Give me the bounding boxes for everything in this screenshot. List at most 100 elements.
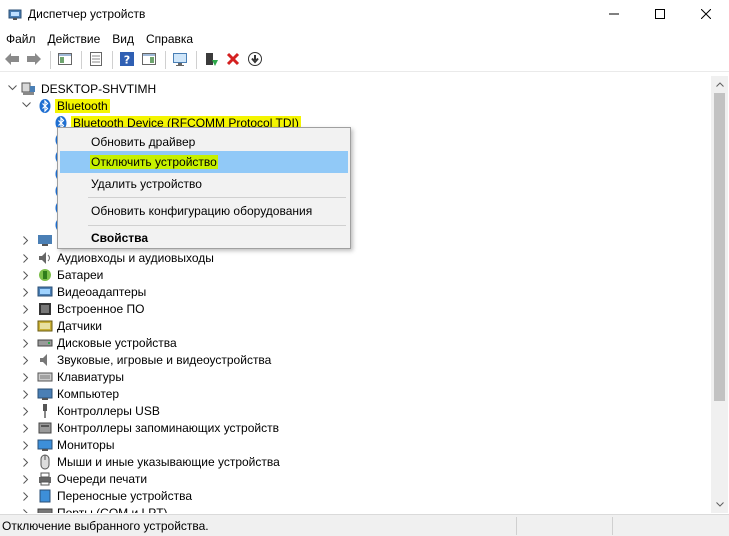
properties-icon [88,51,104,70]
printer-icon [37,471,53,487]
monitor-scan-icon [172,51,188,70]
maximize-button[interactable] [637,0,683,28]
category-label: Мыши и иные указывающие устройства [57,454,280,469]
menu-view[interactable]: Вид [106,29,140,49]
category-label: Мониторы [57,437,115,452]
category-label: Видеоадаптеры [57,284,147,299]
expand-chevron-icon[interactable] [21,287,31,297]
tree-node-category[interactable]: Мониторы [37,436,114,453]
expand-chevron-icon[interactable] [21,355,31,365]
properties-menu-item[interactable]: Свойства [60,227,348,249]
expand-chevron-icon[interactable] [21,253,31,263]
bluetooth-label: Bluetooth [55,98,110,113]
expand-chevron-icon[interactable] [21,423,31,433]
category-label: Компьютер [57,386,120,401]
usb-icon [37,403,53,419]
tree-node-bluetooth[interactable]: Bluetooth [37,97,110,114]
action-pane-button[interactable] [139,50,159,70]
scrollbar-thumb[interactable] [714,93,725,401]
computer-icon [37,386,53,402]
uninstall-button[interactable] [223,50,243,70]
scroll-up-button[interactable] [711,76,728,93]
context-menu: Обновить драйвер Отключить устройство Уд… [57,127,351,249]
tree-node-category[interactable]: Аудиовходы и аудиовыходы [37,249,214,266]
uninstall-device-menu-item[interactable]: Удалить устройство [60,173,348,195]
expand-chevron-icon[interactable] [21,389,31,399]
speaker-icon [37,250,53,266]
tree-node-category[interactable]: Очереди печати [37,470,147,487]
tree-node-category[interactable]: Дисковые устройства [37,334,177,351]
close-button[interactable] [683,0,729,28]
category-label: Очереди печати [57,471,148,486]
update-driver-menu-item[interactable]: Обновить драйвер [60,131,348,153]
expand-chevron-icon[interactable] [21,235,31,245]
menu-file[interactable]: Файл [0,29,42,49]
menu-action[interactable]: Действие [42,29,107,49]
tree-node-category[interactable]: Порты (COM и LPT) [37,504,168,513]
keyboard-icon [37,369,53,385]
vertical-scrollbar[interactable] [711,76,728,513]
disable-button[interactable] [245,50,265,70]
expand-chevron-icon[interactable] [21,338,31,348]
tree-node-category[interactable]: Контроллеры запоминающих устройств [37,419,279,436]
toolbar-separator [81,51,82,69]
console-tree-icon [57,51,73,70]
tree-node-category[interactable]: Переносные устройства [37,487,192,504]
firmware-icon [37,301,53,317]
add-driver-button[interactable] [201,50,221,70]
title-bar: Диспетчер устройств [0,0,729,28]
forward-button[interactable] [24,50,44,70]
expand-chevron-icon[interactable] [21,372,31,382]
monitor-icon [37,437,53,453]
toolbar-separator [165,51,166,69]
tree-node-category[interactable]: Компьютер [37,385,119,402]
status-bar: Отключение выбранного устройства. [0,514,729,536]
expand-chevron-icon[interactable] [21,304,31,314]
uninstall-device-label: Удалить устройство [91,177,202,191]
tree-node-category[interactable]: Батареи [37,266,103,283]
expand-chevron-icon[interactable] [21,440,31,450]
sensor-icon [37,318,53,334]
tree-node-computer[interactable]: DESKTOP-SHVTIMH [21,80,156,97]
toolbar: ? [0,49,729,72]
expand-chevron-icon[interactable] [21,321,31,331]
window-title: Диспетчер устройств [28,7,146,21]
collapse-chevron-icon[interactable] [21,100,31,110]
tree-node-category[interactable]: Датчики [37,317,102,334]
expand-chevron-icon[interactable] [21,270,31,280]
help-button[interactable]: ? [117,50,137,70]
scan-hardware-menu-item[interactable]: Обновить конфигурацию оборудования [60,200,348,222]
tree-node-category[interactable]: Видеоадаптеры [37,283,146,300]
menu-separator [88,225,346,226]
show-hide-console-tree-button[interactable] [55,50,75,70]
category-label: Встроенное ПО [57,301,145,316]
back-button[interactable] [2,50,22,70]
toolbar-separator [112,51,113,69]
expand-chevron-icon[interactable] [21,491,31,501]
tree-node-category[interactable]: Контроллеры USB [37,402,160,419]
device-manager-icon [8,7,22,21]
collapse-chevron-icon[interactable] [7,83,17,93]
svg-text:?: ? [124,53,130,66]
menu-separator [88,197,346,198]
monitor-icon [37,232,53,248]
scroll-down-button[interactable] [711,496,728,513]
properties-button[interactable] [86,50,106,70]
portable-device-icon [37,488,53,504]
expand-chevron-icon[interactable] [21,406,31,416]
expand-chevron-icon[interactable] [21,474,31,484]
status-separator [612,517,613,535]
tree-node-category[interactable]: Мыши и иные указывающие устройства [37,453,280,470]
tree-node-category[interactable]: Звуковые, игровые и видеоустройства [37,351,271,368]
tree-node-category[interactable] [37,231,57,248]
disable-device-menu-item[interactable]: Отключить устройство [60,151,348,173]
menu-help[interactable]: Справка [140,29,199,49]
expand-chevron-icon[interactable] [21,508,31,513]
tree-node-category[interactable]: Клавиатуры [37,368,124,385]
category-label: Порты (COM и LPT) [57,505,168,514]
scan-hardware-button[interactable] [170,50,190,70]
update-driver-label: Обновить драйвер [91,135,196,149]
minimize-button[interactable] [591,0,637,28]
expand-chevron-icon[interactable] [21,457,31,467]
tree-node-category[interactable]: Встроенное ПО [37,300,144,317]
